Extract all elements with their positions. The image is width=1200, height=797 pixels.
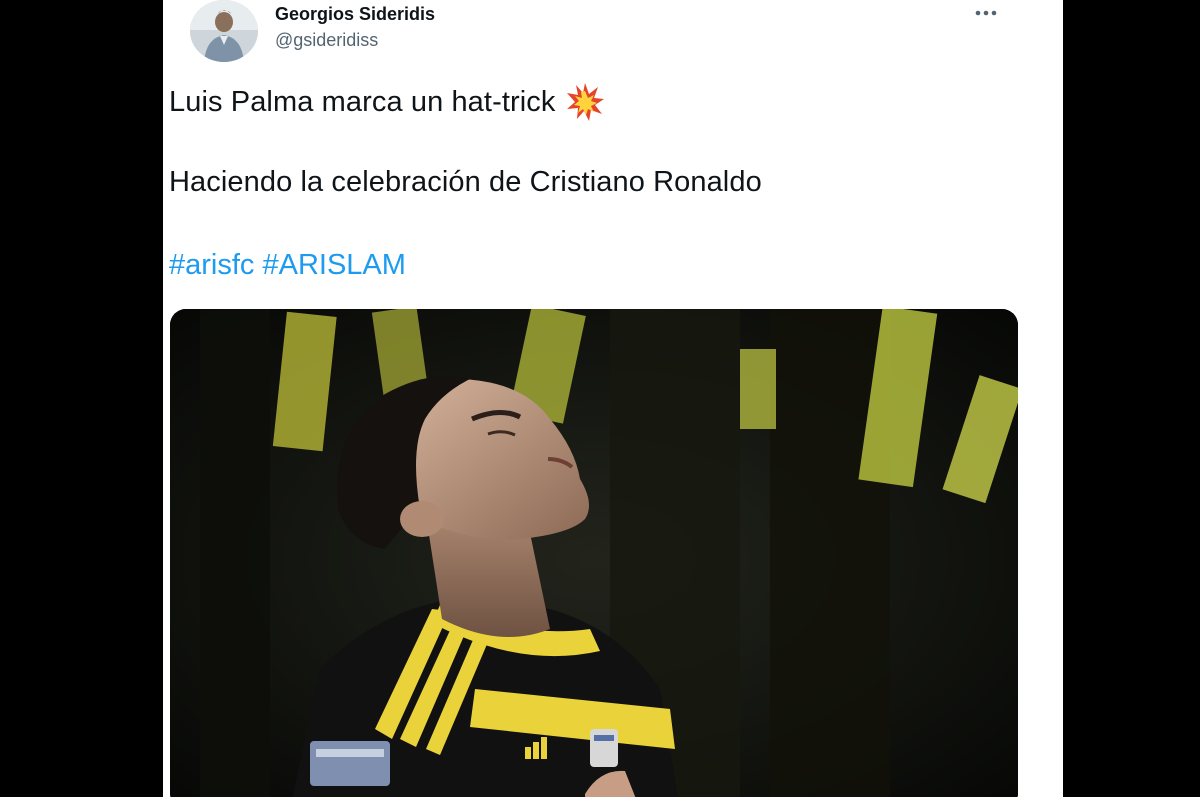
tweet-card: Georgios Sideridis @gsideridiss Luis Pal… <box>163 0 1063 797</box>
footballer-celebrating-photo <box>170 309 1018 797</box>
more-options-button[interactable] <box>971 0 1001 26</box>
more-horizontal-icon <box>975 10 997 16</box>
screenshot-stage: Georgios Sideridis @gsideridiss Luis Pal… <box>0 0 1200 797</box>
tweet-media-photo[interactable] <box>170 309 1018 797</box>
hashtag-link[interactable]: #arisfc <box>169 249 254 281</box>
tweet-text-line-2: Haciendo la celebración de Cristiano Ron… <box>169 166 762 198</box>
author-display-name[interactable]: Georgios Sideridis <box>275 4 435 25</box>
author-avatar[interactable] <box>190 0 258 62</box>
collision-emoji-icon <box>565 82 605 122</box>
tweet-text-line-1: Luis Palma marca un hat-trick <box>169 82 605 122</box>
hashtag-link[interactable]: #ARISLAM <box>262 249 405 281</box>
tweet-text-line-1-content: Luis Palma marca un hat-trick <box>169 85 556 118</box>
author-handle[interactable]: @gsideridiss <box>275 30 378 51</box>
hashtag-row: #arisfc #ARISLAM <box>169 249 406 282</box>
user-avatar-icon <box>190 0 258 62</box>
